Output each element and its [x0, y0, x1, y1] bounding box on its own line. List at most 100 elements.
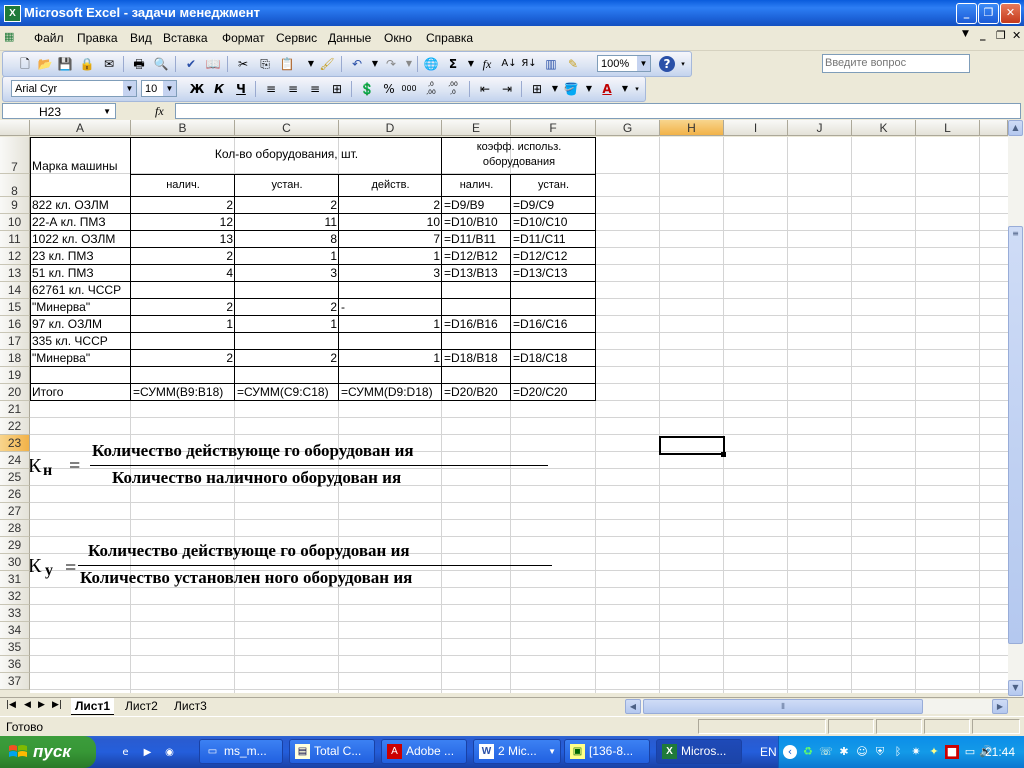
row-header-18[interactable]: 18: [0, 350, 30, 367]
tray-network-icon[interactable]: ☏: [819, 745, 833, 759]
menu-file[interactable]: Файл: [34, 31, 64, 45]
chevron-down-icon[interactable]: ▼: [103, 104, 111, 120]
column-header-d[interactable]: D: [339, 120, 442, 136]
taskbar-button-image[interactable]: ▣ [136-8...: [564, 739, 650, 764]
cell-c12[interactable]: 1: [235, 248, 339, 265]
thousands-button[interactable]: 000: [401, 81, 417, 97]
cell-e15[interactable]: [442, 299, 511, 316]
row-header-34[interactable]: 34: [0, 622, 30, 639]
column-header-b[interactable]: B: [131, 120, 235, 136]
menu-insert[interactable]: Вставка: [163, 31, 208, 45]
prev-sheet-icon[interactable]: ◀: [24, 700, 31, 710]
cell-sub-installed-coef[interactable]: устан.: [511, 174, 596, 197]
tray-app-icon[interactable]: ✦: [927, 745, 941, 759]
cell-sub-installed[interactable]: устан.: [235, 174, 339, 197]
doc-minimize-button[interactable]: _: [980, 28, 986, 41]
menu-edit[interactable]: Правка: [77, 31, 118, 45]
cell-d15[interactable]: -: [339, 299, 442, 316]
ie-icon[interactable]: e: [118, 745, 133, 760]
tray-monitor-icon[interactable]: ▭: [963, 745, 977, 759]
align-center-icon[interactable]: ≡: [285, 81, 301, 97]
cell-a13[interactable]: 51 кл. ПМЗ: [30, 265, 131, 282]
cell-f9[interactable]: =D9/C9: [511, 197, 596, 214]
menu-view[interactable]: Вид: [130, 31, 152, 45]
cell-b12[interactable]: 2: [131, 248, 235, 265]
font-name-select[interactable]: Arial Cyr ▼: [11, 80, 137, 97]
column-header-l[interactable]: L: [916, 120, 980, 136]
scroll-left-button[interactable]: ◀: [625, 699, 641, 714]
cell-f14[interactable]: [511, 282, 596, 299]
row-header-36[interactable]: 36: [0, 656, 30, 673]
row-header-10[interactable]: 10: [0, 214, 30, 231]
decrease-indent-icon[interactable]: ⇤: [477, 81, 493, 97]
cell-b18[interactable]: 2: [131, 350, 235, 367]
print-preview-icon[interactable]: 🔍: [153, 56, 169, 72]
align-right-icon[interactable]: ≡: [307, 81, 323, 97]
cell-f18[interactable]: =D18/C18: [511, 350, 596, 367]
doc-close-button[interactable]: ✕: [1012, 29, 1021, 42]
row-header-37[interactable]: 37: [0, 673, 30, 690]
copy-icon[interactable]: ⎘: [257, 56, 273, 72]
cell-a18[interactable]: "Минерва": [30, 350, 131, 367]
row-header-31[interactable]: 31: [0, 571, 30, 588]
row-header-30[interactable]: 30: [0, 554, 30, 571]
scroll-down-button[interactable]: ▼: [1008, 680, 1023, 696]
chevron-down-icon[interactable]: ▼: [637, 56, 650, 71]
row-header-8[interactable]: 8: [0, 174, 30, 198]
row-header-26[interactable]: 26: [0, 486, 30, 503]
vertical-scroll-thumb[interactable]: ≡: [1008, 226, 1023, 644]
workbook-icon[interactable]: ▦: [4, 30, 14, 43]
cell-f13[interactable]: =D13/C13: [511, 265, 596, 282]
scroll-right-button[interactable]: ▶: [992, 699, 1008, 714]
tray-agent-icon[interactable]: ☺: [855, 745, 869, 759]
tray-bluetooth-icon[interactable]: ᛒ: [891, 745, 905, 759]
cell-b13[interactable]: 4: [131, 265, 235, 282]
font-size-select[interactable]: 10 ▼: [141, 80, 177, 97]
chevron-down-icon[interactable]: ▼: [163, 81, 176, 96]
column-header-a[interactable]: A: [30, 120, 131, 136]
cell-d14[interactable]: [339, 282, 442, 299]
cut-icon[interactable]: ✂: [235, 56, 251, 72]
column-header-i[interactable]: I: [724, 120, 788, 136]
scroll-up-button[interactable]: ▲: [1008, 120, 1023, 136]
cell-f16[interactable]: =D16/C16: [511, 316, 596, 333]
cell-d10[interactable]: 10: [339, 214, 442, 231]
cell-sub-active[interactable]: действ.: [339, 174, 442, 197]
language-indicator[interactable]: EN: [760, 745, 777, 759]
row-header-7[interactable]: 7: [0, 137, 30, 174]
cell-e11[interactable]: =D11/B11: [442, 231, 511, 248]
tray-arrow-icon[interactable]: ‹: [783, 745, 797, 759]
row-header-14[interactable]: 14: [0, 282, 30, 299]
cell-b10[interactable]: 12: [131, 214, 235, 231]
cell-a16[interactable]: 97 кл. ОЗЛМ: [30, 316, 131, 333]
cell-e16[interactable]: =D16/B16: [442, 316, 511, 333]
tray-recycle-icon[interactable]: ♻: [801, 745, 815, 759]
minimize-button[interactable]: _: [956, 3, 977, 24]
row-header-16[interactable]: 16: [0, 316, 30, 333]
cell-d17[interactable]: [339, 333, 442, 350]
cell-c11[interactable]: 8: [235, 231, 339, 248]
cell-b17[interactable]: [131, 333, 235, 350]
row-header-32[interactable]: 32: [0, 588, 30, 605]
underline-button[interactable]: Ч: [233, 81, 249, 97]
chevron-down-icon[interactable]: ▼: [463, 56, 479, 72]
chevron-down-icon[interactable]: ▼: [123, 81, 136, 96]
help-icon[interactable]: ?: [659, 56, 675, 72]
cell-e19[interactable]: [442, 367, 511, 384]
horizontal-scrollbar[interactable]: ◀ ⦀ ▶: [625, 699, 1008, 714]
row-header-22[interactable]: 22: [0, 418, 30, 435]
cell-d20[interactable]: =СУММ(D9:D18): [339, 384, 442, 401]
cell-d9[interactable]: 2: [339, 197, 442, 214]
open-icon[interactable]: 📂: [37, 56, 53, 72]
firefox-icon[interactable]: ◉: [162, 745, 177, 760]
cell-d16[interactable]: 1: [339, 316, 442, 333]
align-left-icon[interactable]: ≡: [263, 81, 279, 97]
row-header-15[interactable]: 15: [0, 299, 30, 316]
undo-icon[interactable]: ↶: [349, 56, 365, 72]
cell-a19[interactable]: [30, 367, 131, 384]
sheet-tab-2[interactable]: Лист2: [121, 698, 162, 714]
spelling-icon[interactable]: ✔: [183, 56, 199, 72]
tray-antivirus-icon[interactable]: ✷: [909, 745, 923, 759]
taskbar-button-word[interactable]: W 2 Mic... ▼: [473, 739, 561, 764]
cell-e14[interactable]: [442, 282, 511, 299]
